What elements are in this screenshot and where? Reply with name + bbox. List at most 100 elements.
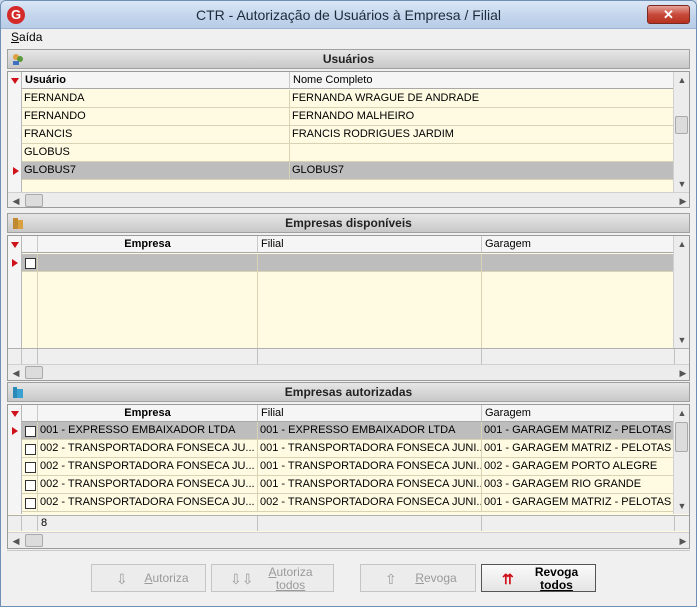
scroll-up-icon[interactable]: ▲ [674,236,689,252]
cell-usuario: FERNANDO [22,108,290,126]
cell-nome: FRANCIS RODRIGUES JARDIM [290,126,675,144]
cell-nome: FERNANDO MALHEIRO [290,108,675,126]
column-header-filial[interactable]: Filial [258,236,482,253]
disponiveis-horizontal-scrollbar[interactable]: ◀ ▶ [8,364,689,380]
row-checkbox[interactable] [25,498,36,509]
autorizadas-horizontal-scrollbar[interactable]: ◀ ▶ [8,532,689,548]
disponiveis-footer [8,348,689,364]
footer-cell [482,349,675,364]
menu-saida[interactable]: Saída [11,30,42,44]
row-checkbox[interactable] [25,426,36,437]
row-indicator-column [8,236,22,348]
scroll-right-icon[interactable]: ▶ [675,193,689,207]
scroll-thumb[interactable] [25,534,43,547]
cell-usuario: GLOBUS [22,144,290,162]
autoriza-todos-button[interactable]: ⇩⇩ Autoriza todos [211,564,334,592]
divider [7,550,690,551]
column-header-garagem[interactable]: Garagem [482,236,675,253]
scroll-left-icon[interactable]: ◀ [8,193,24,207]
row-checkbox[interactable] [25,462,36,473]
column-header-nome-completo[interactable]: Nome Completo [290,72,675,89]
row-checkbox[interactable] [25,444,36,455]
autoriza-button[interactable]: ⇩ Autoriza [91,564,206,592]
column-header-garagem[interactable]: Garagem [482,405,675,422]
disponiveis-vertical-scrollbar[interactable]: ▲ ▼ [673,236,689,348]
autorizadas-grid[interactable]: Empresa Filial Garagem 001 - EXPRESSO EM… [7,404,690,549]
title-bar[interactable]: G CTR - Autorização de Usuários à Empres… [1,1,696,29]
scroll-right-icon[interactable]: ▶ [675,533,689,548]
disponiveis-grid[interactable]: Empresa Filial Garagem ▲ ▼ ◀ ▶ [7,235,690,381]
arrow-down-icon: ⇩ [116,571,128,587]
column-divider [481,272,482,348]
cell-usuario: GLOBUS7 [22,162,290,180]
autoriza-todos-label: Autoriza todos [268,565,313,592]
usuarios-grid[interactable]: Usuário Nome Completo FERNANDA FERNANDA … [7,71,690,208]
arrow-up-icon: ⇧ [385,571,397,587]
cell-empresa: 001 - EXPRESSO EMBAIXADOR LTDA [38,422,258,440]
scroll-right-icon[interactable]: ▶ [675,365,689,380]
column-divider [37,272,38,348]
cell-nome: FERNANDA WRAGUE DE ANDRADE [290,90,675,108]
footer-cell [22,349,38,364]
autorizadas-footer: 8 [8,515,689,531]
current-row-icon [12,259,18,267]
cell-usuario: FRANCIS [22,126,290,144]
footer-cell [258,516,482,531]
footer-cell [8,349,22,364]
building-icon [13,218,23,229]
footer-cell [482,516,675,531]
scroll-down-icon[interactable]: ▼ [674,332,689,348]
scroll-thumb[interactable] [675,116,688,134]
row-checkbox[interactable] [25,258,36,269]
disponiveis-title: Empresas disponíveis [285,216,412,230]
row-indicator-column [8,405,22,514]
cell-empresa: 002 - TRANSPORTADORA FONSECA JU... [38,440,258,458]
scroll-up-icon[interactable]: ▲ [674,72,689,88]
revoga-button[interactable]: ⇧ Revoga [360,564,476,592]
footer-cell [38,349,258,364]
cell-empresa [38,254,258,272]
users-icon [13,54,23,65]
current-row-icon [12,427,18,435]
autorizadas-vertical-scrollbar[interactable]: ▲ ▼ [673,405,689,514]
scroll-down-icon[interactable]: ▼ [674,176,689,192]
cell-empresa: 002 - TRANSPORTADORA FONSECA JU... [38,458,258,476]
sort-indicator-icon [11,78,19,84]
column-header-empresa[interactable]: Empresa [38,236,258,253]
cell-filial: 001 - TRANSPORTADORA FONSECA JUNI... [258,440,482,458]
cell-filial: 001 - EXPRESSO EMBAIXADOR LTDA [258,422,482,440]
window-title: CTR - Autorização de Usuários à Empresa … [196,7,501,23]
usuarios-title: Usuários [322,52,375,66]
column-divider [257,272,258,348]
column-header-usuario[interactable]: Usuário [22,72,290,89]
double-arrow-down-icon: ⇩⇩ [230,571,254,587]
scroll-left-icon[interactable]: ◀ [8,365,24,380]
usuarios-horizontal-scrollbar[interactable]: ◀ ▶ [8,192,689,207]
column-header-filial[interactable]: Filial [258,405,482,422]
record-count: 8 [38,516,258,531]
column-header-empresa[interactable]: Empresa [38,405,258,422]
column-header-checkbox[interactable] [22,405,38,422]
footer-cell [22,516,38,531]
usuarios-vertical-scrollbar[interactable]: ▲ ▼ [673,72,689,192]
revoga-todos-button[interactable]: ⇈ Revoga todos [481,564,596,592]
close-button[interactable]: ✕ [647,5,690,24]
row-checkbox[interactable] [25,480,36,491]
sort-indicator-icon [11,242,19,248]
scroll-thumb[interactable] [25,194,43,207]
building-icon [13,387,23,398]
revoga-todos-label: Revoga todos [534,565,579,592]
autorizadas-title: Empresas autorizadas [284,385,413,399]
disponiveis-header: Empresas disponíveis [7,213,690,233]
footer-cell [258,349,482,364]
column-header-checkbox[interactable] [22,236,38,253]
scroll-thumb[interactable] [675,422,688,452]
menu-bar: Saída [1,29,696,46]
cell-garagem: 001 - GARAGEM MATRIZ - PELOTAS [482,440,675,458]
cell-filial: 001 - TRANSPORTADORA FONSECA JUNI... [258,476,482,494]
scroll-thumb[interactable] [25,366,43,379]
scroll-down-icon[interactable]: ▼ [674,498,689,514]
scroll-left-icon[interactable]: ◀ [8,533,24,548]
scroll-up-icon[interactable]: ▲ [674,405,689,421]
cell-filial [258,254,482,272]
